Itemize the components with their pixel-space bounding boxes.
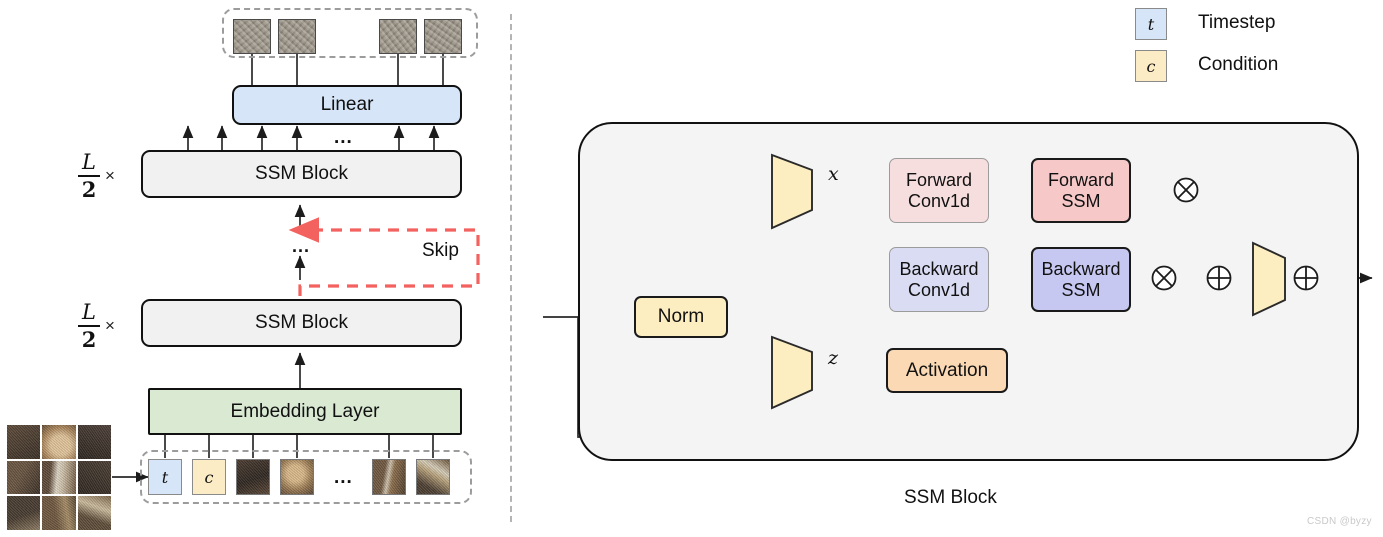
forward-ssm-line2: SSM xyxy=(1061,190,1101,211)
embedding-layer-block[interactable]: Embedding Layer xyxy=(148,388,462,435)
token-timestep[interactable]: t xyxy=(148,459,182,495)
repeat-numerator-top: L xyxy=(82,150,96,174)
panel-divider xyxy=(510,14,512,522)
backward-ssm-node[interactable]: Backward SSM xyxy=(1031,247,1131,312)
backward-conv1d-line2: Conv1d xyxy=(907,279,971,300)
forward-conv1d-line2: Conv1d xyxy=(907,190,971,211)
backward-ssm-line2: SSM xyxy=(1061,279,1101,300)
norm-node-label: Norm xyxy=(657,306,705,328)
activation-node-label: Activation xyxy=(905,359,989,381)
image-grid-cell xyxy=(7,496,41,530)
legend-timestep-swatch: t xyxy=(1135,8,1167,40)
legend-condition-label: Condition xyxy=(1198,54,1279,75)
image-grid-cell xyxy=(77,425,111,459)
forward-ssm-node[interactable]: Forward SSM xyxy=(1031,158,1131,223)
repeat-times-top: × xyxy=(105,166,115,186)
legend-condition-swatch: c xyxy=(1135,50,1167,82)
ssm-block-top-label: SSM Block xyxy=(255,163,348,185)
forward-conv1d-node[interactable]: Forward Conv1d xyxy=(889,158,989,223)
token-ellipsis: ... xyxy=(334,467,353,488)
activation-node[interactable]: Activation xyxy=(886,348,1008,393)
token-condition[interactable]: c xyxy=(192,459,226,495)
image-grid-cell xyxy=(77,496,111,530)
legend-timestep-symbol: t xyxy=(1147,14,1155,34)
repeat-denominator-bottom: 2 xyxy=(81,327,97,353)
ssm-block-top[interactable]: SSM Block xyxy=(141,150,462,198)
image-grid-cell xyxy=(77,460,111,495)
image-grid-cell xyxy=(42,460,76,495)
image-grid-cell xyxy=(42,496,76,530)
output-noise-patch xyxy=(424,19,462,54)
token-condition-symbol: c xyxy=(204,467,214,487)
legend-condition-symbol: c xyxy=(1146,56,1156,76)
repeat-denominator-top: 2 xyxy=(81,177,97,203)
repeat-numerator-bottom: L xyxy=(82,300,96,324)
repeat-label-top: L 2 × xyxy=(78,152,115,200)
ssm-block-caption: SSM Block xyxy=(904,487,997,508)
linear-block[interactable]: Linear xyxy=(232,85,462,125)
signal-z-label: z xyxy=(828,347,839,369)
figure-root: Linear ... L 2 × SSM Block ... Skip L 2 … xyxy=(0,0,1383,537)
linear-block-label: Linear xyxy=(320,94,374,116)
backward-ssm-line1: Backward xyxy=(1041,259,1121,280)
skip-label: Skip xyxy=(422,240,459,261)
embedding-layer-label: Embedding Layer xyxy=(230,400,380,422)
token-image-patch[interactable] xyxy=(372,459,406,495)
token-image-patch[interactable] xyxy=(416,459,450,495)
backward-conv1d-line1: Backward xyxy=(899,259,979,280)
token-timestep-symbol: t xyxy=(161,467,169,487)
input-image-grid xyxy=(7,425,111,530)
stack-ellipsis: ... xyxy=(292,236,311,256)
output-noise-patch xyxy=(233,19,271,54)
arrow-row-ellipsis: ... xyxy=(334,127,353,148)
ssm-block-bottom[interactable]: SSM Block xyxy=(141,299,462,347)
forward-ssm-line1: Forward xyxy=(1047,170,1114,191)
backward-conv1d-node[interactable]: Backward Conv1d xyxy=(889,247,989,312)
legend-timestep-label: Timestep xyxy=(1198,12,1276,33)
repeat-label-bottom: L 2 × xyxy=(78,302,115,350)
watermark: CSDN @byzy xyxy=(1307,516,1372,527)
signal-x-label: x xyxy=(828,163,839,185)
repeat-times-bottom: × xyxy=(105,316,115,336)
image-grid-cell xyxy=(7,425,41,459)
image-grid-cell xyxy=(42,425,76,459)
image-grid-cell xyxy=(7,460,41,495)
ssm-block-bottom-label: SSM Block xyxy=(255,312,348,334)
output-noise-patch xyxy=(379,19,417,54)
norm-node[interactable]: Norm xyxy=(634,296,728,338)
forward-conv1d-line1: Forward xyxy=(905,170,972,191)
token-image-patch[interactable] xyxy=(236,459,270,495)
token-image-patch[interactable] xyxy=(280,459,314,495)
output-noise-patch xyxy=(278,19,316,54)
